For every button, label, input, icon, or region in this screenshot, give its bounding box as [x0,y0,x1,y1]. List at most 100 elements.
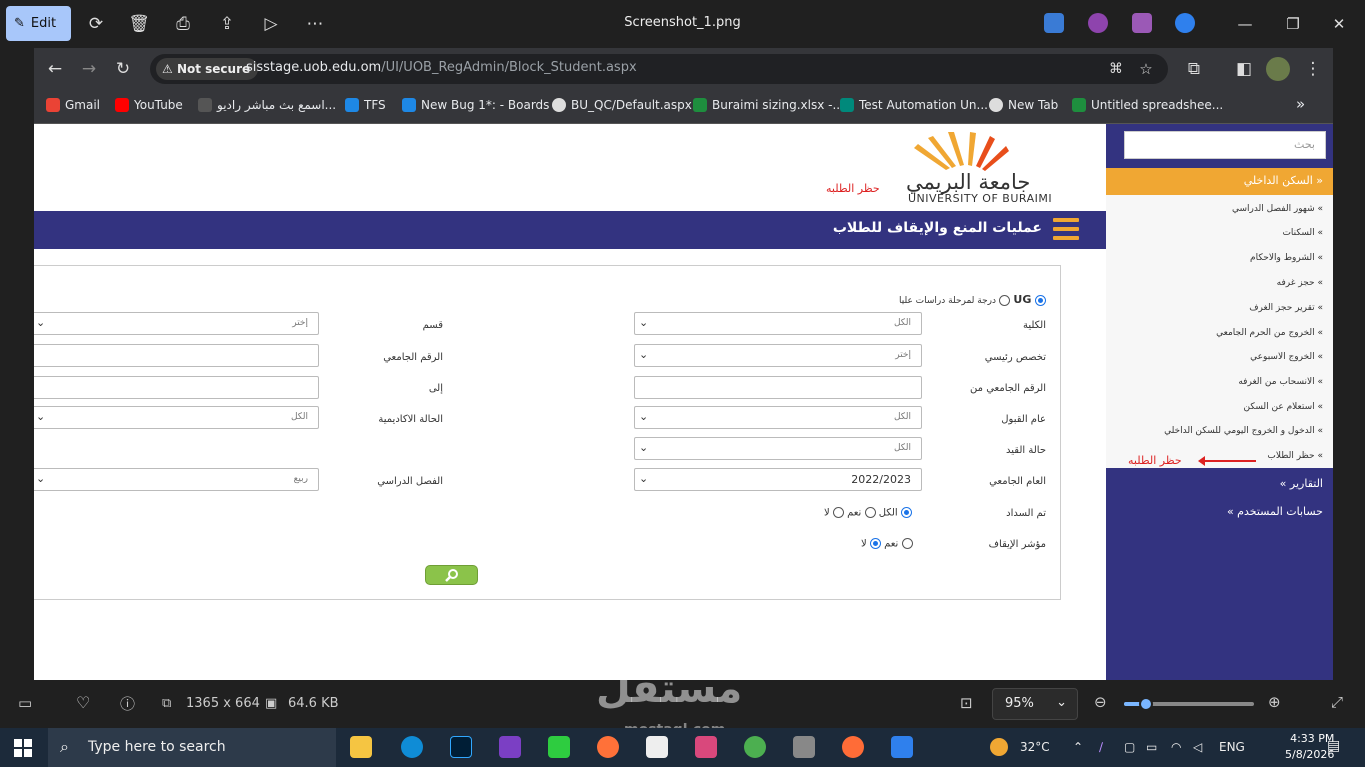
not-secure-badge[interactable]: ⚠ Not secure [156,58,259,80]
bookmark-boards[interactable]: New Bug 1*: - Boards [402,98,549,112]
search-button[interactable] [425,565,478,585]
zoom-dropdown[interactable]: 95% ⌄ [992,688,1078,720]
submenu-item-block-students[interactable]: » حظر الطلاب [1267,451,1323,461]
print-icon[interactable]: ⎙ [171,12,195,36]
submenu-item[interactable]: » شهور الفصل الدراسي [1232,204,1323,214]
bookmark-star-icon[interactable]: ☆ [1134,57,1158,81]
slideshow-icon[interactable]: ▷ [259,12,283,36]
bookmark-sizing[interactable]: Buraimi sizing.xlsx -... [693,98,844,112]
uni-id-to-input[interactable] [34,376,319,399]
submenu-item[interactable]: » استعلام عن السكن [1244,402,1323,412]
bookmark-spreadsheet[interactable]: Untitled spreadshee... [1072,98,1223,112]
submenu-item[interactable]: » السكنات [1282,228,1323,238]
onedrive-icon[interactable] [1175,13,1195,33]
photos-app-icon[interactable] [891,736,913,758]
admit-year-select[interactable]: الكل ⌄ [634,406,922,429]
ug-radio[interactable] [1034,294,1046,306]
edit-button[interactable]: ✎ Edit [6,6,71,41]
extensions-icon[interactable]: ⧉ [1182,57,1206,81]
sidebar-item-housing[interactable]: السكن الداخلي » [1106,168,1333,195]
zoom-slider[interactable] [1124,697,1254,711]
tray-chevron-up-icon[interactable]: ⌃ [1073,740,1083,754]
forward-icon[interactable]: → [77,57,101,81]
sidebar-item-accounts[interactable]: حسابات المستخدم » [1227,505,1323,518]
stop-no-radio[interactable] [869,538,881,549]
translate-icon[interactable]: ⌘ [1104,57,1128,81]
submenu-item[interactable]: » تقرير حجز الغرف [1249,303,1323,313]
sidepanel-icon[interactable]: ◧ [1232,57,1256,81]
submenu-item[interactable]: » الخروج من الحرم الجامعي [1216,328,1323,338]
info-icon[interactable]: ⓘ [120,693,135,714]
bookmark-buqc[interactable]: BU_QC/Default.aspx [552,98,692,112]
submenu-item[interactable]: » الدخول و الخروج اليومي للسكن الداخلي [1164,426,1323,436]
weather-temp[interactable]: 32°C [1020,740,1050,754]
delete-icon[interactable]: 🗑 [127,12,151,36]
close-icon[interactable]: ✕ [1324,12,1354,36]
paid-yes-radio[interactable] [864,507,876,518]
sidebar-item-reports[interactable]: التقارير » [1280,477,1323,490]
academic-status-select[interactable]: الكل ⌄ [34,406,319,429]
taskbar-search-box[interactable]: ⌕ Type here to search [48,728,336,767]
paid-all-radio[interactable] [900,507,912,518]
maximize-icon[interactable]: ❐ [1278,12,1308,36]
more-icon[interactable]: ⋯ [303,12,327,36]
profile-avatar[interactable] [1266,57,1290,81]
header-page-link[interactable]: حظر الطلبه [826,182,880,195]
pen-tray-icon[interactable]: ∕ [1099,740,1103,754]
minimize-icon[interactable]: — [1230,12,1260,36]
uni-id-from-input[interactable] [634,376,922,399]
office-icon[interactable] [695,736,717,758]
major-select[interactable]: إختر ⌄ [634,344,922,367]
fullscreen-icon[interactable]: ⤢ [1331,693,1343,711]
bookmark-gmail[interactable]: Gmail [46,98,100,112]
windows-start-icon[interactable] [14,739,32,757]
copilot-icon[interactable] [1088,13,1108,33]
language-indicator[interactable]: ENG [1219,740,1245,754]
enroll-status-select[interactable]: الكل ⌄ [634,437,922,460]
actual-size-icon[interactable]: ⊡ [960,694,973,712]
zoom-slider-knob[interactable] [1139,697,1154,711]
address-bar[interactable]: ⚠ Not secure sisstage.uob.edu.om/UI/UOB_… [150,54,1168,84]
notification-icon[interactable]: ▤ [1327,738,1340,754]
submenu-item[interactable]: » حجز غرفه [1277,278,1323,288]
bookmark-youtube[interactable]: YouTube [115,98,183,112]
postman-icon[interactable] [842,736,864,758]
rotate-icon[interactable]: ⟳ [84,12,108,36]
back-icon[interactable]: ← [43,57,67,81]
semester-select[interactable]: ربيع ⌄ [34,468,319,491]
wifi-icon[interactable]: ◠ [1171,740,1181,754]
menu-kebab-icon[interactable]: ⋮ [1301,57,1325,81]
zoom-out-icon[interactable]: ⊖ [1094,693,1107,711]
uni-id-input[interactable] [34,344,319,367]
volume-icon[interactable]: ◁ [1193,740,1202,754]
file-explorer-icon[interactable] [350,736,372,758]
submenu-item[interactable]: » الشروط والاحكام [1250,253,1323,263]
paid-no-radio[interactable] [832,507,844,518]
bookmark-tfs[interactable]: TFS [345,98,386,112]
solitaire-icon[interactable] [646,736,668,758]
sidebar-search-input[interactable]: بحث [1124,131,1326,159]
chrome-icon[interactable] [744,736,766,758]
submenu-item[interactable]: » الخروج الاسبوعي [1250,352,1323,362]
zoom-in-icon[interactable]: ⊕ [1268,693,1281,711]
academic-year-select[interactable]: 2022/2023 ⌄ [634,468,922,491]
pg-radio[interactable] [999,294,1011,306]
visual-studio-icon[interactable] [499,736,521,758]
bookmark-test-automation[interactable]: Test Automation Un... [840,98,988,112]
camera-icon[interactable]: ▢ [1124,740,1135,754]
hamburger-menu-icon[interactable] [1053,218,1079,242]
dept-select[interactable]: إختر ⌄ [34,312,319,335]
bookmark-new-tab[interactable]: New Tab [989,98,1058,112]
clipchamp-icon[interactable] [1132,13,1152,33]
calculator-icon[interactable] [793,736,815,758]
edge-icon[interactable] [401,736,423,758]
submenu-item[interactable]: » الانسحاب من الغرفه [1238,377,1323,387]
stop-yes-radio[interactable] [901,538,913,549]
snipping-app-icon[interactable] [1044,13,1064,33]
favorite-heart-icon[interactable]: ♡ [76,693,90,712]
bookmark-radio[interactable]: اسمع بث مباشر راديو... [198,98,336,112]
college-select[interactable]: الكل ⌄ [634,312,922,335]
photoshop-icon[interactable] [450,736,472,758]
green-app-icon[interactable] [548,736,570,758]
bookmarks-overflow-icon[interactable]: » [1296,95,1305,113]
